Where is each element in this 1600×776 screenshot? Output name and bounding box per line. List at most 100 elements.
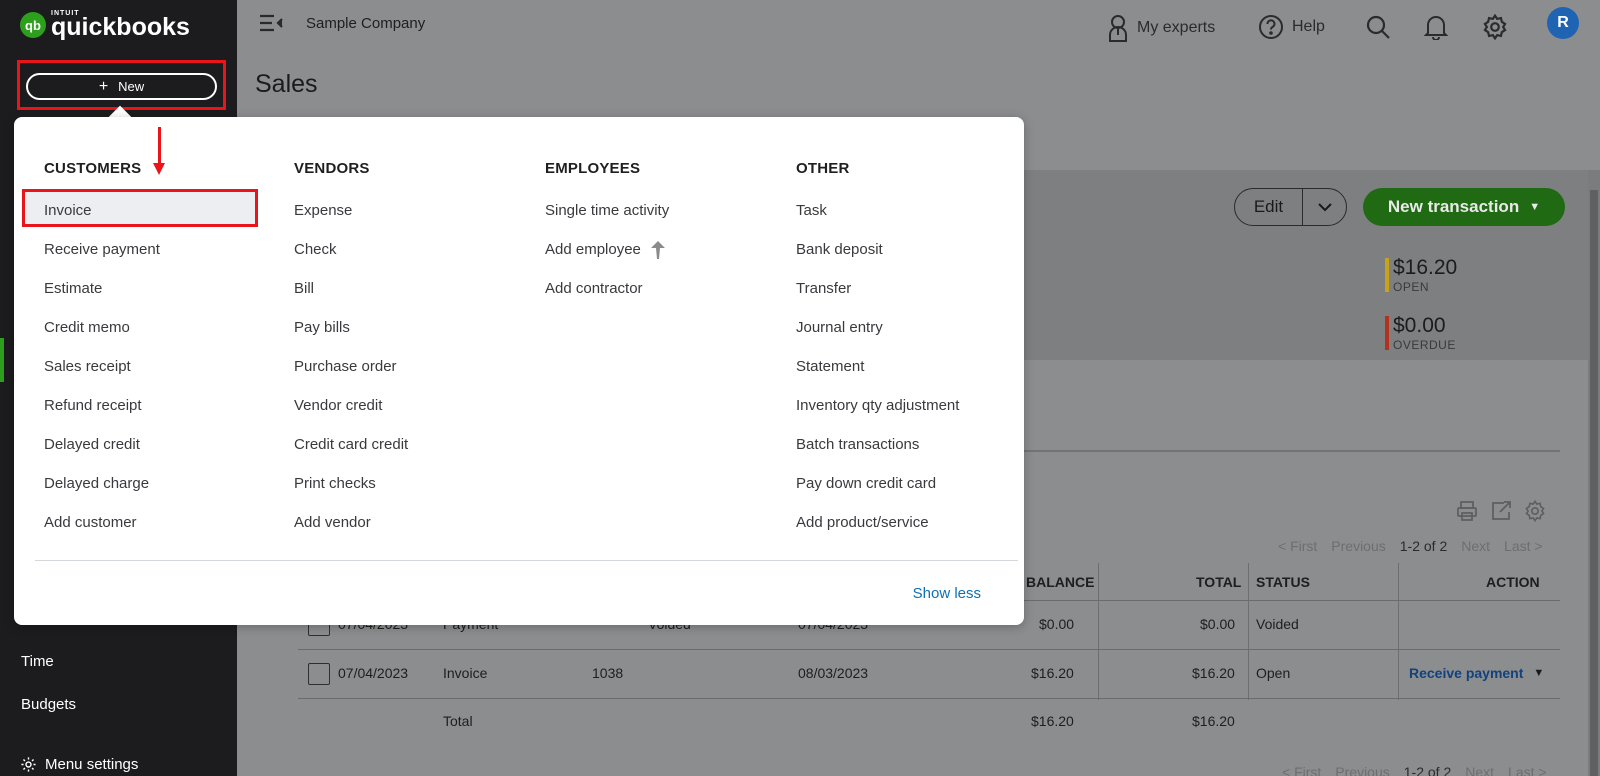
- search-icon: [1366, 15, 1390, 39]
- active-nav-indicator: [0, 338, 4, 382]
- scrollbar-thumb[interactable]: [1590, 190, 1598, 776]
- sidebar-item-time[interactable]: Time: [21, 653, 54, 670]
- edit-dropdown-button[interactable]: [1303, 189, 1346, 225]
- pager-first[interactable]: < First: [1282, 764, 1321, 776]
- search-button[interactable]: [1365, 14, 1391, 40]
- sidebar-item-budgets[interactable]: Budgets: [21, 696, 76, 713]
- bell-icon: [1424, 16, 1448, 40]
- menu-item-task[interactable]: Task: [796, 202, 827, 219]
- row-due-date: 08/03/2023: [798, 665, 869, 681]
- annotation-arrow-line: [158, 127, 161, 165]
- quickbooks-wordmark: quickbooks: [51, 13, 190, 41]
- show-less-link[interactable]: Show less: [913, 585, 981, 602]
- edit-button-group: Edit: [1234, 188, 1347, 226]
- user-avatar[interactable]: R: [1547, 7, 1579, 39]
- header-total[interactable]: TOTAL: [1196, 574, 1241, 590]
- open-amount: $16.20: [1393, 256, 1458, 279]
- gear-icon[interactable]: [1524, 500, 1546, 522]
- new-button-label: New: [118, 79, 145, 94]
- total-label: Total: [443, 713, 473, 729]
- new-transaction-button[interactable]: New transaction ▼: [1363, 188, 1565, 226]
- menu-item-vendor-credit[interactable]: Vendor credit: [294, 397, 382, 414]
- menu-item-bank-deposit[interactable]: Bank deposit: [796, 241, 883, 258]
- menu-item-delayed-charge[interactable]: Delayed charge: [44, 475, 149, 492]
- pager-next[interactable]: Next: [1465, 764, 1494, 776]
- new-menu-dropdown: CUSTOMERS Invoice Receive payment Estima…: [14, 117, 1024, 625]
- menu-item-estimate[interactable]: Estimate: [44, 280, 102, 297]
- menu-item-delayed-credit[interactable]: Delayed credit: [44, 436, 140, 453]
- quickbooks-logo[interactable]: qb INTUIT quickbooks: [20, 10, 190, 40]
- settings-button[interactable]: [1482, 14, 1508, 40]
- open-balance-stat: $16.20 OPEN: [1385, 256, 1458, 294]
- menu-item-bill[interactable]: Bill: [294, 280, 314, 297]
- menu-settings-label: Menu settings: [45, 756, 139, 773]
- menu-item-pay-bills[interactable]: Pay bills: [294, 319, 350, 336]
- print-icon[interactable]: [1456, 500, 1478, 522]
- my-experts-label: My experts: [1137, 19, 1216, 36]
- edit-button[interactable]: Edit: [1235, 189, 1303, 225]
- header-status[interactable]: STATUS: [1256, 574, 1310, 590]
- chevron-down-icon: [1317, 203, 1332, 212]
- total-amount: $16.20: [1192, 713, 1235, 729]
- menu-item-add-customer[interactable]: Add customer: [44, 514, 137, 531]
- row-status: Voided: [1256, 616, 1299, 632]
- total-balance: $16.20: [1031, 713, 1074, 729]
- menu-item-print-checks[interactable]: Print checks: [294, 475, 376, 492]
- menu-item-expense[interactable]: Expense: [294, 202, 352, 219]
- annotation-arrow-head: [153, 163, 165, 175]
- notifications-button[interactable]: [1424, 14, 1448, 40]
- new-transaction-label: New transaction: [1387, 197, 1520, 216]
- other-heading: OTHER: [796, 160, 850, 177]
- overdue-balance-stat: $0.00 OVERDUE: [1385, 314, 1456, 352]
- pager-last[interactable]: Last >: [1504, 538, 1543, 554]
- pager-previous[interactable]: Previous: [1331, 538, 1385, 554]
- my-experts-link[interactable]: My experts: [1107, 14, 1215, 42]
- help-label: Help: [1292, 18, 1325, 35]
- menu-item-add-product-service[interactable]: Add product/service: [796, 514, 929, 531]
- receive-payment-label: Receive payment: [1409, 665, 1524, 681]
- menu-item-credit-memo[interactable]: Credit memo: [44, 319, 130, 336]
- menu-item-receive-payment[interactable]: Receive payment: [44, 241, 160, 258]
- menu-item-invoice[interactable]: Invoice: [44, 202, 92, 219]
- add-employee-label: Add employee: [545, 241, 641, 258]
- menu-item-check[interactable]: Check: [294, 241, 337, 258]
- menu-item-add-vendor[interactable]: Add vendor: [294, 514, 371, 531]
- menu-item-batch-transactions[interactable]: Batch transactions: [796, 436, 919, 453]
- menu-item-add-employee[interactable]: Add employee: [545, 241, 666, 260]
- menu-item-refund-receipt[interactable]: Refund receipt: [44, 397, 142, 414]
- pager-last[interactable]: Last >: [1508, 764, 1547, 776]
- export-icon[interactable]: [1490, 500, 1512, 522]
- help-link[interactable]: Help: [1258, 14, 1325, 40]
- page-title: Sales: [255, 70, 318, 98]
- table-row: 07/04/2023 Invoice 1038 08/03/2023 $16.2…: [298, 650, 1560, 699]
- collapse-menu-icon[interactable]: [258, 12, 284, 39]
- pager-next[interactable]: Next: [1461, 538, 1490, 554]
- menu-item-single-time-activity[interactable]: Single time activity: [545, 202, 669, 219]
- overdue-indicator: [1385, 316, 1389, 350]
- pager-range: 1-2 of 2: [1399, 538, 1448, 554]
- row-type: Invoice: [443, 665, 488, 681]
- receive-payment-link[interactable]: Receive payment ▼: [1409, 665, 1544, 681]
- pager-first[interactable]: < First: [1278, 538, 1317, 554]
- menu-settings-button[interactable]: Menu settings: [20, 756, 138, 773]
- expert-person-icon: [1109, 15, 1127, 42]
- menu-item-inventory-qty-adjustment[interactable]: Inventory qty adjustment: [796, 397, 959, 414]
- menu-item-sales-receipt[interactable]: Sales receipt: [44, 358, 131, 375]
- caret-down-icon[interactable]: ▼: [1533, 667, 1544, 679]
- pager-previous[interactable]: Previous: [1335, 764, 1389, 776]
- menu-item-transfer[interactable]: Transfer: [796, 280, 851, 297]
- menu-item-credit-card-credit[interactable]: Credit card credit: [294, 436, 408, 453]
- header-balance[interactable]: BALANCE: [1026, 574, 1094, 590]
- pagination-bottom: < First Previous 1-2 of 2 Next Last >: [1282, 764, 1547, 776]
- row-total: $16.20: [1192, 665, 1235, 681]
- row-checkbox[interactable]: [308, 663, 330, 685]
- menu-item-pay-down-credit-card[interactable]: Pay down credit card: [796, 475, 936, 492]
- plus-icon: +: [98, 77, 109, 95]
- menu-item-statement[interactable]: Statement: [796, 358, 864, 375]
- company-name: Sample Company: [306, 15, 426, 32]
- menu-item-purchase-order[interactable]: Purchase order: [294, 358, 397, 375]
- row-balance: $0.00: [1039, 616, 1075, 632]
- menu-item-journal-entry[interactable]: Journal entry: [796, 319, 883, 336]
- menu-item-add-contractor[interactable]: Add contractor: [545, 280, 643, 297]
- new-button[interactable]: + New: [26, 73, 217, 100]
